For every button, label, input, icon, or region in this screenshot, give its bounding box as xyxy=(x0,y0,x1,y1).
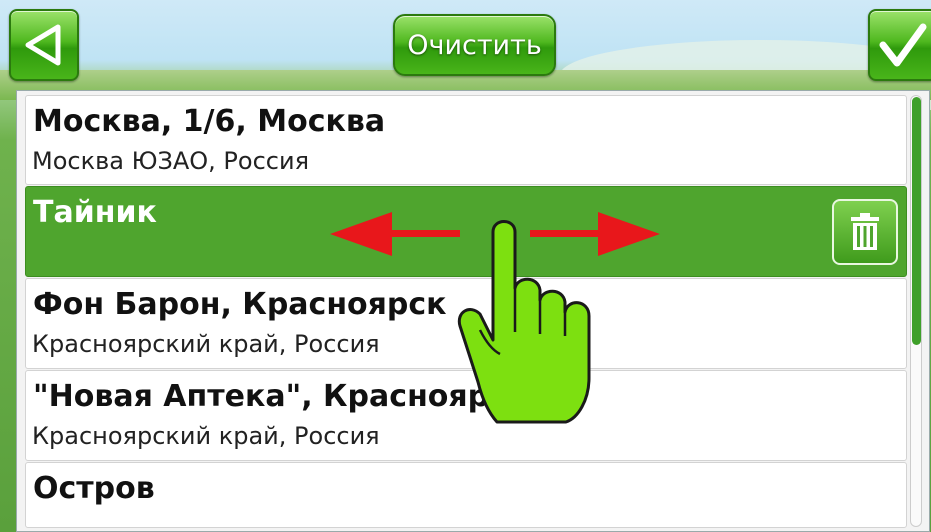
list-item-title: Фон Барон, Красноярск xyxy=(33,287,447,322)
clear-button-label: Очистить xyxy=(407,29,542,61)
ok-button[interactable] xyxy=(868,9,931,81)
list-item-title: Москва, 1/6, Москва xyxy=(33,104,386,139)
checkmark-icon xyxy=(879,23,927,67)
delete-button[interactable] xyxy=(832,199,898,265)
list-item[interactable]: "Новая Аптека", Красноярск Красноярский … xyxy=(25,370,907,461)
back-arrow-icon xyxy=(25,24,61,66)
list-item[interactable]: Фон Барон, Красноярск Красноярский край,… xyxy=(25,278,907,369)
list-item-title: Остров xyxy=(33,471,155,506)
history-list[interactable]: Москва, 1/6, Москва Москва ЮЗАО, Россия … xyxy=(16,90,930,532)
back-button[interactable] xyxy=(9,9,79,81)
trash-icon xyxy=(851,213,879,250)
list-item-subtitle: Красноярский край, Россия xyxy=(32,422,380,450)
clear-button[interactable]: Очистить xyxy=(393,14,556,76)
list-item-subtitle: Москва ЮЗАО, Россия xyxy=(32,147,310,175)
scrollbar-thumb[interactable] xyxy=(912,97,921,345)
list-item-subtitle: Красноярский край, Россия xyxy=(32,330,380,358)
list-item-title: Тайник xyxy=(33,195,157,230)
list-item[interactable]: Остров xyxy=(25,462,907,528)
list-item-selected[interactable]: Тайник xyxy=(25,186,907,277)
list-item-title: "Новая Аптека", Красноярск xyxy=(33,379,528,414)
list-item[interactable]: Москва, 1/6, Москва Москва ЮЗАО, Россия xyxy=(25,95,907,185)
